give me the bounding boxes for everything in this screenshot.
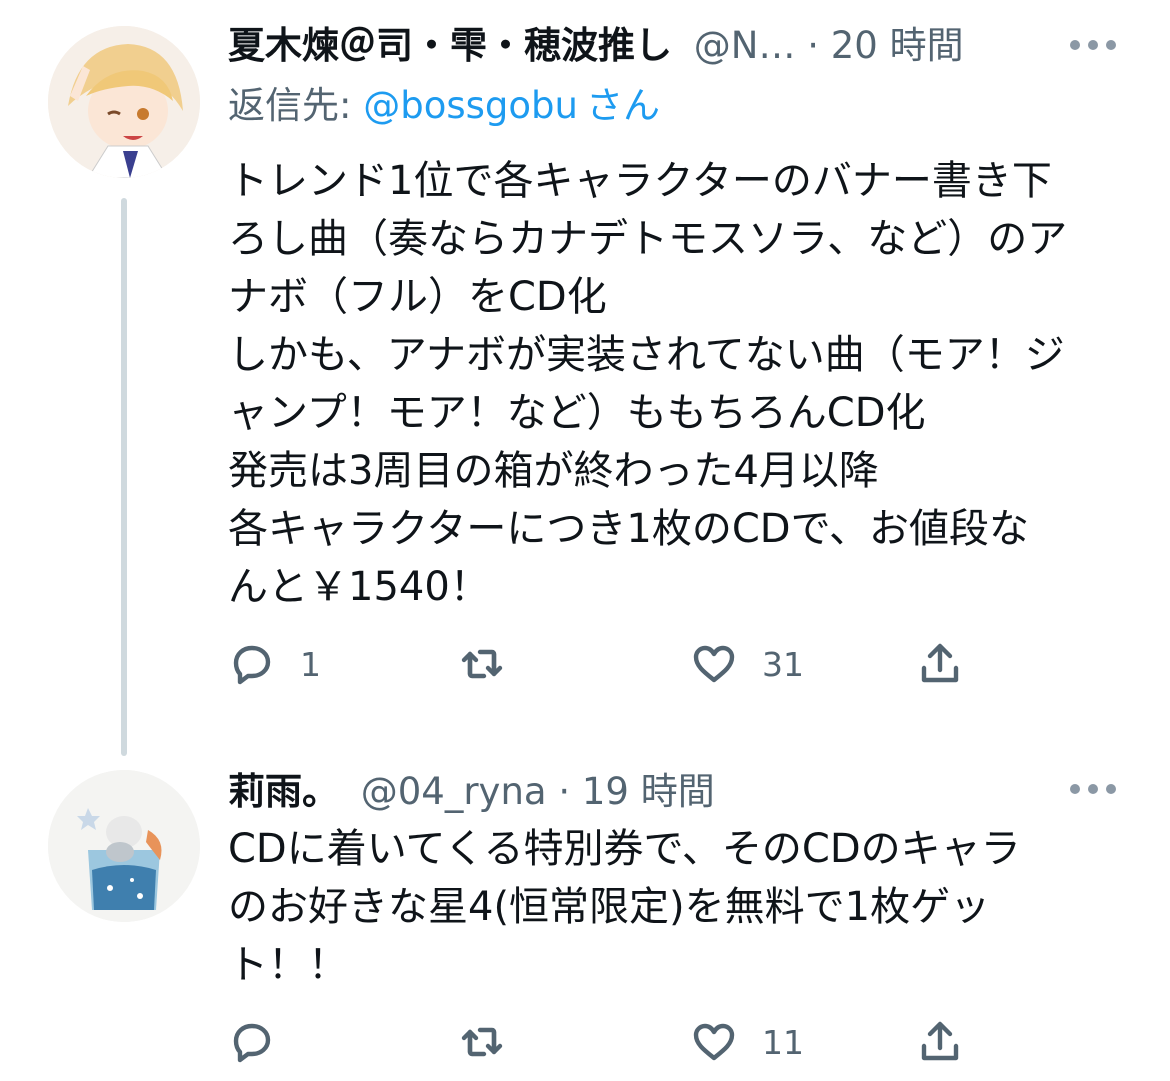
reply-count: 1 <box>300 644 321 684</box>
like-button[interactable]: 11 <box>690 1016 804 1068</box>
timestamp[interactable]: 19 時間 <box>582 770 715 813</box>
like-count: 11 <box>762 1022 804 1062</box>
tweet-text: CDに着いてくる特別券で、そのCDのキャラ のお好きな星4(恒常限定)を無料で1… <box>228 826 1021 988</box>
reply-to: 返信先: @bossgobu さん <box>228 82 660 130</box>
more-icon[interactable] <box>1070 782 1116 796</box>
tweet-text: トレンド1位で各キャラクターのバナー書き下 ろし曲（奏ならカナデトモスソラ、など… <box>228 158 1068 610</box>
separator: · <box>807 24 819 67</box>
reply-icon <box>233 1023 271 1063</box>
like-icon <box>693 1023 735 1061</box>
timestamp[interactable]: 20 時間 <box>831 24 964 67</box>
share-button[interactable] <box>916 638 964 690</box>
reply-button[interactable]: 1 <box>228 638 321 690</box>
action-bar: 1 31 <box>228 638 988 690</box>
separator: · <box>558 770 571 813</box>
share-icon <box>921 1021 959 1061</box>
share-icon <box>921 643 959 683</box>
avatar-image <box>48 770 200 922</box>
like-button[interactable]: 31 <box>690 638 804 690</box>
author-handle[interactable]: @04_ryna <box>361 770 547 813</box>
reply-label: 返信先: <box>228 84 364 127</box>
share-button[interactable] <box>916 1016 964 1068</box>
reply-icon <box>233 645 271 685</box>
tweet-1[interactable]: 夏木煉＠司・雫・穂波推し @N… · 20 時間 返信先: @bossgobu さ… <box>0 0 1170 760</box>
author-name[interactable]: 莉雨。 <box>228 770 339 813</box>
avatar[interactable] <box>48 26 200 178</box>
retweet-icon <box>461 649 503 679</box>
tweet-2[interactable]: 莉雨。 @04_ryna · 19 時間 CDに着いてくる特別券で、そのCDのキ… <box>0 760 1170 1081</box>
action-bar: 11 <box>228 1016 988 1068</box>
reply-button[interactable] <box>228 1016 300 1068</box>
tweet-header: 夏木煉＠司・雫・穂波推し @N… · 20 時間 <box>228 22 964 70</box>
like-icon <box>693 645 735 683</box>
retweet-icon <box>461 1027 503 1057</box>
thread-line <box>121 198 127 756</box>
avatar-image <box>48 26 200 178</box>
more-icon[interactable] <box>1070 38 1116 52</box>
retweet-button[interactable] <box>458 1016 530 1068</box>
reply-mention[interactable]: @bossgobu <box>363 84 578 127</box>
avatar[interactable] <box>48 770 200 922</box>
like-count: 31 <box>762 644 804 684</box>
retweet-button[interactable] <box>458 638 530 690</box>
tweet-header: 莉雨。 @04_ryna · 19 時間 <box>228 768 715 816</box>
author-name[interactable]: 夏木煉＠司・雫・穂波推し <box>228 24 672 67</box>
author-handle[interactable]: @N… <box>694 24 796 67</box>
reply-suffix: さん <box>585 84 660 127</box>
